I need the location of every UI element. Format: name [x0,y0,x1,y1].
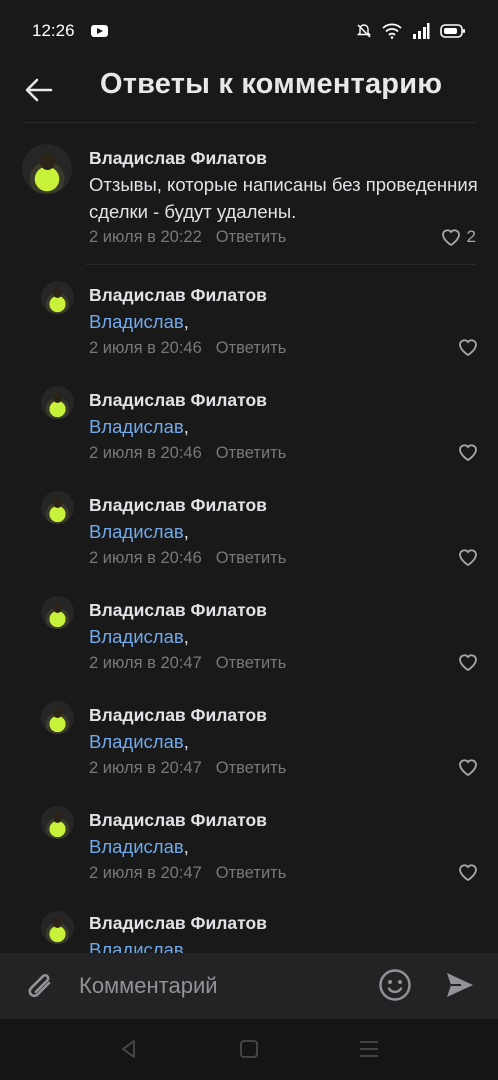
avatar[interactable] [22,144,72,194]
like-button[interactable] [458,653,478,671]
comment-meta: 2 июля в 20:22 Ответить [89,228,286,247]
reply-date: 2 июля в 20:46 [89,549,202,567]
reply-meta: 2 июля в 20:46 Ответить [89,549,286,568]
author-name[interactable]: Владислав Филатов [89,705,267,726]
nav-home-icon[interactable] [237,1037,261,1061]
reply-text: Владислав, [89,311,189,332]
reply-meta: 2 июля в 20:47 Ответить [89,654,286,673]
reply-button[interactable]: Ответить [216,228,287,246]
mention-link[interactable]: Владислав [89,836,184,857]
back-arrow-icon [25,78,53,102]
mention-link[interactable]: Владислав [89,416,184,437]
author-name[interactable]: Владислав Филатов [89,600,267,621]
mention-link[interactable]: Владислав [89,521,184,542]
reply-meta: 2 июля в 20:46 Ответить [89,444,286,463]
like-heart-icon [441,229,460,246]
reply-button[interactable]: Ответить [216,864,287,882]
like-heart-icon [459,339,477,356]
like-heart-icon [459,549,477,566]
status-time: 12:26 [32,21,75,40]
like-button[interactable]: 2 [441,227,476,247]
header-divider [22,122,476,123]
avatar[interactable] [41,281,74,314]
author-name[interactable]: Владислав Филатов [89,495,267,516]
comment-date: 2 июля в 20:22 [89,228,202,246]
comment-divider [86,264,476,265]
avatar[interactable] [41,806,74,839]
reply-button[interactable]: Ответить [216,444,287,462]
reply-text: Владислав, [89,521,189,542]
nav-menu-icon[interactable] [357,1037,381,1061]
reply-text: Владислав, [89,936,479,953]
like-heart-icon [459,864,477,881]
signal-icon [413,23,430,39]
battery-icon [440,24,465,38]
reply-text: Владислав, [89,731,189,752]
back-button[interactable] [22,70,56,110]
main-comment: Владислав Филатов Отзывы, которые написа… [0,140,498,264]
youtube-notification-icon [90,25,108,37]
reply-comment: Владислав Филатов Владислав, 2 июля в 20… [0,280,498,380]
wifi-icon [382,23,402,39]
like-count: 2 [466,227,476,246]
reply-comment: Владислав Филатов Владислав, 2 июля в 20… [0,385,498,485]
avatar[interactable] [41,911,74,944]
author-name[interactable]: Владислав Филатов [89,390,267,411]
page-header: Ответы к комментарию [0,62,498,122]
reply-text: Владислав, [89,416,189,437]
author-name[interactable]: Владислав Филатов [89,285,267,306]
author-name[interactable]: Владислав Филатов [89,148,267,169]
like-button[interactable] [458,548,478,566]
reply-button[interactable]: Ответить [216,339,287,357]
emoji-icon[interactable] [378,968,412,1002]
comment-compose-bar: Комментарий [0,953,498,1019]
reply-date: 2 июля в 20:46 [89,339,202,357]
comment-input[interactable]: Комментарий [79,973,218,999]
page-title: Ответы к комментарию [100,68,443,100]
like-heart-icon [459,654,477,671]
like-heart-icon [459,444,477,461]
mention-link[interactable]: Владислав [89,731,184,752]
mute-bell-icon [356,24,372,38]
send-icon[interactable] [444,969,476,1001]
avatar[interactable] [41,491,74,524]
status-bar: 12:26 [0,0,498,62]
comment-text: Отзывы, которые написаны без проведенния… [89,174,478,222]
reply-text: Владислав, [89,836,189,857]
avatar[interactable] [41,701,74,734]
avatar[interactable] [41,596,74,629]
reply-comment: Владислав Филатов Владислав, 2 июля в 20… [0,595,498,695]
avatar[interactable] [41,386,74,419]
reply-date: 2 июля в 20:47 [89,864,202,882]
reply-meta: 2 июля в 20:46 Ответить [89,339,286,358]
reply-comment: Владислав Филатов Владислав, 2 июля в 20… [0,490,498,590]
like-button[interactable] [458,758,478,776]
mention-link[interactable]: Владислав [89,939,184,953]
like-button[interactable] [458,443,478,461]
author-name[interactable]: Владислав Филатов [89,913,267,934]
reply-date: 2 июля в 20:47 [89,654,202,672]
reply-button[interactable]: Ответить [216,759,287,777]
reply-text: Владислав, [89,626,189,647]
reply-date: 2 июля в 20:46 [89,444,202,462]
mention-link[interactable]: Владислав [89,311,184,332]
reply-meta: 2 июля в 20:47 Ответить [89,759,286,778]
system-nav-bar [0,1019,498,1080]
reply-date: 2 июля в 20:47 [89,759,202,777]
reply-comment: Владислав Филатов Владислав, 2 июля в 20… [0,805,498,905]
like-heart-icon [459,759,477,776]
reply-meta: 2 июля в 20:47 Ответить [89,864,286,883]
nav-back-icon[interactable] [117,1037,141,1061]
reply-button[interactable]: Ответить [216,549,287,567]
reply-comment: Владислав Филатов Владислав, 2 июля в 20… [0,700,498,800]
mention-link[interactable]: Владислав [89,626,184,647]
like-button[interactable] [458,863,478,881]
like-button[interactable] [458,338,478,356]
reply-button[interactable]: Ответить [216,654,287,672]
author-name[interactable]: Владислав Филатов [89,810,267,831]
reply-comment: Владислав Филатов Владислав, [0,910,498,953]
attach-icon[interactable] [22,969,58,1005]
